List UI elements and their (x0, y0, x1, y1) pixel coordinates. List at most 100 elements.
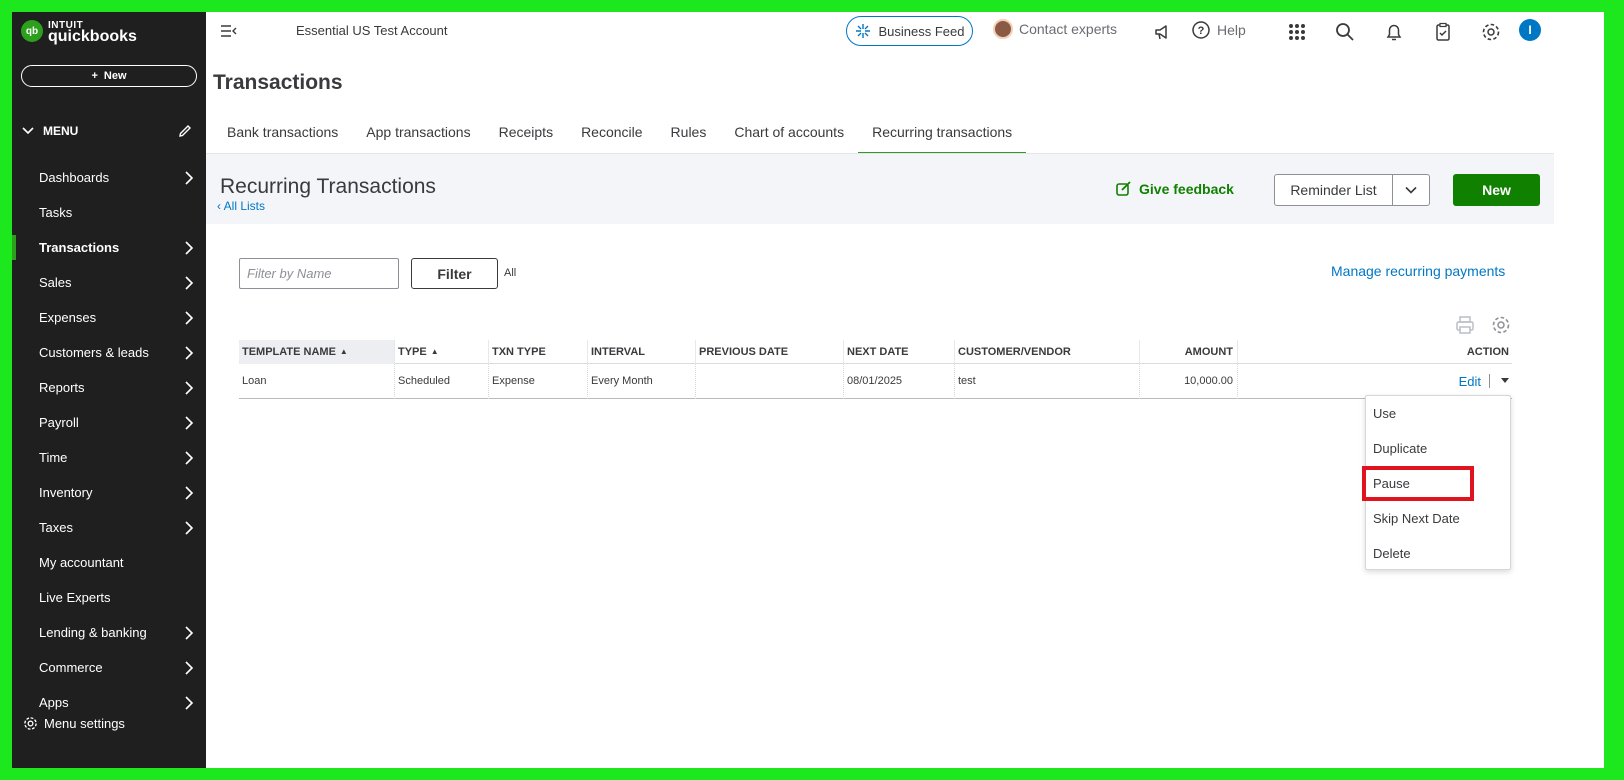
col-template-name[interactable]: TEMPLATE NAME ▲ (239, 339, 395, 364)
col-type[interactable]: TYPE ▲ (395, 339, 489, 364)
menu-item-pause[interactable]: Pause (1362, 466, 1510, 501)
menu-label: MENU (43, 124, 79, 138)
tab-chart-of-accounts[interactable]: Chart of accounts (720, 120, 858, 154)
tab-bank-transactions[interactable]: Bank transactions (213, 120, 352, 154)
sidebar: qb INTUIT quickbooks + New MENU Dashboar… (12, 12, 206, 768)
business-feed-button[interactable]: Business Feed (846, 16, 973, 46)
sidebar-item-apps[interactable]: Apps (12, 685, 206, 720)
sidebar-new-button[interactable]: + New (21, 65, 197, 87)
menu-item-duplicate[interactable]: Duplicate (1366, 431, 1510, 466)
cell-next-date: 08/01/2025 (844, 363, 955, 399)
sidebar-item-label: Apps (39, 695, 69, 710)
sidebar-item-label: Tasks (39, 205, 73, 220)
quickbooks-logo[interactable]: qb INTUIT quickbooks (21, 20, 137, 45)
new-recurring-button[interactable]: New (1453, 174, 1540, 206)
bell-icon[interactable] (1383, 21, 1405, 43)
table-settings-gear-icon[interactable] (1490, 314, 1512, 336)
cell-txn-type: Expense (489, 363, 588, 399)
user-avatar[interactable]: I (1519, 19, 1541, 41)
sidebar-item-reports[interactable]: Reports (12, 370, 206, 405)
sidebar-item-customers-leads[interactable]: Customers & leads (12, 335, 206, 370)
sidebar-item-label: Customers & leads (39, 345, 149, 360)
chevron-right-icon (185, 521, 194, 535)
manage-recurring-payments-link[interactable]: Manage recurring payments (1331, 263, 1505, 279)
col-customer-vendor[interactable]: CUSTOMER/VENDOR (955, 339, 1140, 364)
sidebar-item-tasks[interactable]: Tasks (12, 195, 206, 230)
col-amount[interactable]: AMOUNT (1140, 339, 1238, 364)
cell-amount: 10,000.00 (1140, 363, 1238, 399)
cell-action: Edit (1238, 364, 1512, 399)
menu-item-skip-next-date[interactable]: Skip Next Date (1366, 501, 1510, 536)
chevron-right-icon (185, 346, 194, 360)
tab-recurring-transactions[interactable]: Recurring transactions (858, 120, 1027, 155)
menu-settings-label: Menu settings (44, 716, 125, 731)
col-next-date[interactable]: NEXT DATE (844, 339, 955, 364)
chevron-down-icon (1405, 186, 1417, 194)
filter-button[interactable]: Filter (411, 258, 498, 289)
caret-down-icon (1501, 378, 1509, 383)
action-separator (1489, 374, 1490, 388)
filter-status: All (504, 267, 517, 279)
logo-quickbooks-text: quickbooks (48, 28, 137, 45)
col-interval[interactable]: INTERVAL (588, 339, 696, 364)
sidebar-item-payroll[interactable]: Payroll (12, 405, 206, 440)
sidebar-item-sales[interactable]: Sales (12, 265, 206, 300)
apps-grid-icon[interactable] (1286, 21, 1308, 43)
contact-experts-button[interactable]: Contact experts (993, 19, 1117, 39)
sidebar-item-live-experts[interactable]: Live Experts (12, 580, 206, 615)
cell-template-name: Loan (239, 363, 395, 399)
table-header-row: TEMPLATE NAME ▲ TYPE ▲ TXN TYPE INTERVAL P… (239, 339, 1512, 364)
sidebar-item-label: Lending & banking (39, 625, 147, 640)
megaphone-icon[interactable] (1152, 21, 1174, 43)
tab-reconcile[interactable]: Reconcile (567, 120, 656, 154)
filter-by-name-input[interactable] (239, 258, 399, 289)
help-icon: ? (1192, 21, 1210, 39)
action-dropdown-toggle[interactable] (1498, 374, 1512, 388)
chevron-right-icon (185, 626, 194, 640)
sidebar-item-dashboards[interactable]: Dashboards (12, 160, 206, 195)
sidebar-item-time[interactable]: Time (12, 440, 206, 475)
menu-item-delete[interactable]: Delete (1366, 536, 1510, 571)
chevron-right-icon (185, 276, 194, 290)
menu-item-use[interactable]: Use (1366, 396, 1510, 431)
sort-up-icon: ▲ (430, 347, 439, 356)
tab-app-transactions[interactable]: App transactions (352, 120, 484, 154)
all-lists-link[interactable]: ‹ All Lists (217, 199, 265, 213)
collapse-menu-icon[interactable] (220, 23, 238, 39)
sidebar-item-transactions[interactable]: Transactions (12, 230, 206, 265)
sidebar-item-label: Commerce (39, 660, 103, 675)
sidebar-item-expenses[interactable]: Expenses (12, 300, 206, 335)
chevron-right-icon (185, 381, 194, 395)
edit-link[interactable]: Edit (1459, 374, 1481, 389)
menu-header[interactable]: MENU (21, 121, 193, 141)
help-button[interactable]: ? Help (1191, 20, 1246, 40)
clipboard-check-icon[interactable] (1432, 21, 1454, 43)
chevron-right-icon (185, 311, 194, 325)
give-feedback-button[interactable]: Give feedback (1115, 180, 1234, 198)
sidebar-item-my-accountant[interactable]: My accountant (12, 545, 206, 580)
sidebar-item-label: Expenses (39, 310, 97, 325)
sidebar-item-inventory[interactable]: Inventory (12, 475, 206, 510)
settings-gear-icon[interactable] (1480, 21, 1502, 43)
reminder-list-button[interactable]: Reminder List (1275, 175, 1392, 205)
pencil-icon[interactable] (177, 123, 193, 139)
print-icon[interactable] (1454, 314, 1476, 336)
reminder-list-dropdown[interactable] (1392, 175, 1429, 205)
tab-rules[interactable]: Rules (657, 120, 721, 154)
search-icon[interactable] (1334, 21, 1356, 43)
table-row[interactable]: Loan Scheduled Expense Every Month 08/01… (239, 363, 1512, 399)
col-action: ACTION (1466, 345, 1509, 358)
cell-type: Scheduled (395, 363, 489, 399)
sidebar-new-label: New (103, 70, 127, 82)
sidebar-item-commerce[interactable]: Commerce (12, 650, 206, 685)
sidebar-item-taxes[interactable]: Taxes (12, 510, 206, 545)
sort-up-icon: ▲ (339, 347, 348, 356)
sidebar-item-lending-banking[interactable]: Lending & banking (12, 615, 206, 650)
right-margin (1554, 12, 1604, 768)
svg-text:?: ? (1198, 25, 1205, 37)
col-previous-date[interactable]: PREVIOUS DATE (696, 339, 844, 364)
tab-receipts[interactable]: Receipts (485, 120, 567, 154)
cell-interval: Every Month (588, 363, 696, 399)
col-txn-type[interactable]: TXN TYPE (489, 339, 588, 364)
menu-settings-button[interactable]: Menu settings (23, 716, 125, 731)
